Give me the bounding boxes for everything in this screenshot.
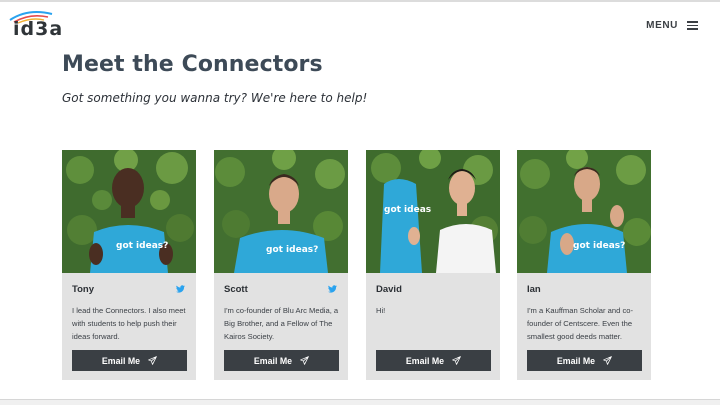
connector-bio: I'm co-founder of Blu Arc Media, a Big B… <box>224 306 339 341</box>
menu-label: MENU <box>646 20 678 31</box>
email-me-button[interactable]: Email Me <box>72 350 187 371</box>
connector-bio: Hi! <box>376 306 386 315</box>
connector-name: Tony <box>72 284 94 295</box>
hamburger-icon <box>687 21 698 30</box>
paper-plane-icon <box>603 356 612 365</box>
twitter-icon[interactable] <box>328 285 337 293</box>
email-button-label: Email Me <box>405 355 445 366</box>
paper-plane-icon <box>300 356 309 365</box>
connector-photo: got ideas? <box>517 150 651 273</box>
connector-photo: got ideas? <box>214 150 348 273</box>
logo-text: id3a <box>13 18 64 40</box>
connector-name: Scott <box>224 284 248 295</box>
twitter-icon[interactable] <box>176 285 185 293</box>
paper-plane-icon <box>148 356 157 365</box>
paper-plane-icon <box>452 356 461 365</box>
email-button-label: Email Me <box>556 355 596 366</box>
connector-name: Ian <box>527 284 541 295</box>
page-subtitle: Got something you wanna try? We're here … <box>62 91 368 105</box>
connector-photo: got ideas <box>366 150 500 273</box>
bottom-scroll-edge <box>0 399 720 405</box>
svg-text:got ideas: got ideas <box>384 205 431 215</box>
connector-bio: I'm a Kauffman Scholar and co-founder of… <box>527 306 633 341</box>
svg-text:got ideas?: got ideas? <box>116 241 168 251</box>
connector-card-david: got ideas David Hi! Email Me <box>366 150 500 380</box>
top-border <box>0 0 720 2</box>
email-button-label: Email Me <box>253 355 293 366</box>
email-button-label: Email Me <box>101 355 141 366</box>
menu-button[interactable]: MENU <box>646 20 698 31</box>
connector-card-scott: got ideas? Scott I'm co-founder of Blu A… <box>214 150 348 380</box>
connector-bio: I lead the Connectors. I also meet with … <box>72 306 186 341</box>
connector-photo: got ideas? <box>62 150 196 273</box>
svg-text:got ideas?: got ideas? <box>266 245 318 255</box>
connector-card-tony: got ideas? Tony I lead the Connectors. I… <box>62 150 196 380</box>
email-me-button[interactable]: Email Me <box>376 350 491 371</box>
connector-card-ian: got ideas? Ian I'm a Kauffman Scholar an… <box>517 150 651 380</box>
email-me-button[interactable]: Email Me <box>527 350 642 371</box>
email-me-button[interactable]: Email Me <box>224 350 339 371</box>
page-title: Meet the Connectors <box>62 52 323 77</box>
svg-text:got ideas?: got ideas? <box>573 241 625 251</box>
connector-name: David <box>376 284 402 295</box>
